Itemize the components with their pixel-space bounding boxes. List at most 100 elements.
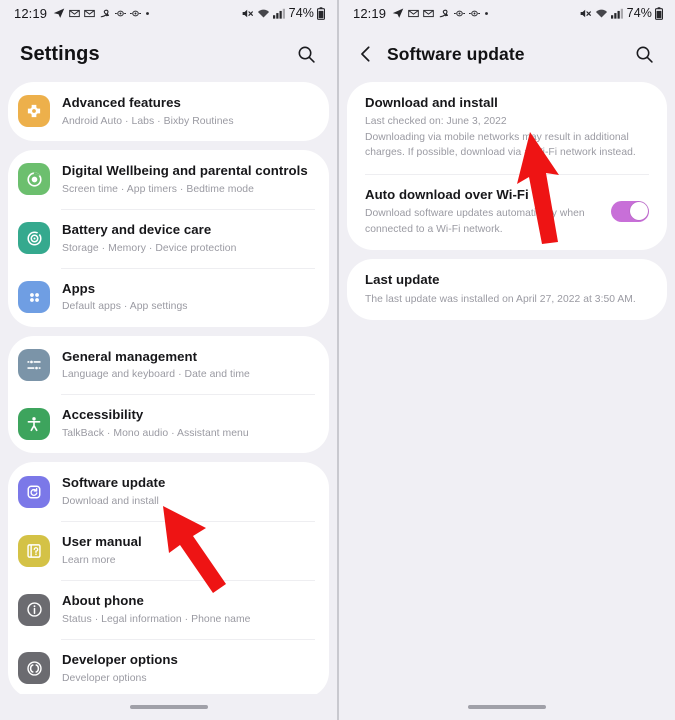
eye-icon [130,10,142,17]
software-update-screen: 12:19 74% Software update Download and i… [337,0,675,720]
telegram-icon [53,7,65,19]
settings-row-advanced-features[interactable]: Advanced features Android Auto · Labs · B… [8,82,329,141]
mail-icon [69,8,80,19]
eye-icon [115,10,127,17]
settings-row-text: Advanced features Android Auto · Labs · B… [62,94,234,129]
status-clock: 12:19 [14,5,48,21]
settings-row-subtitle: Storage · Memory · Device protection [62,242,237,254]
battery-percent: 74% [626,6,652,20]
navigation-bar [0,694,337,720]
status-left-icons [392,7,489,19]
status-clock: 12:19 [353,5,387,21]
dual-screenshot: 12:19 74% Settings Advanced features And… [0,0,675,720]
settings-group-card: Software update Download and install User … [8,462,329,698]
update-row-auto-download-over-wi-fi[interactable]: Auto download over Wi-Fi Download softwar… [347,173,667,250]
page-title: Settings [20,42,100,65]
status-right-icons: 74% [579,6,663,20]
update-row-subtitle: Last checked on: June 3, 2022 Downloadin… [365,116,636,159]
software-update-card: Last update The last update was installed… [347,259,667,321]
settings-row-text: Accessibility TalkBack · Mono audio · Ass… [62,406,249,441]
home-indicator[interactable] [468,705,546,709]
update-row-title: Last update [365,272,440,288]
settings-row-title: Battery and device care [62,221,212,237]
settings-row-title: About phone [62,593,144,609]
wifi-icon [595,8,608,19]
mute-icon [579,7,592,20]
settings-row-about-phone[interactable]: About phone Status · Legal information · … [8,580,329,639]
settings-row-text: Apps Default apps · App settings [62,280,188,315]
settings-row-subtitle: Download and install [62,496,159,508]
eye-icon [469,10,481,17]
dot-icon [145,11,150,16]
home-indicator[interactable] [129,705,208,709]
settings-row-apps[interactable]: Apps Default apps · App settings [8,267,329,327]
auto-download-toggle[interactable] [611,200,649,222]
settings-screen: 12:19 74% Settings Advanced features And… [0,0,337,720]
software-update-list: Download and install Last checked on: Jun… [339,82,675,321]
update-row-title: Download and install [365,95,498,110]
settings-row-text: Developer options Developer options [62,651,178,686]
settings-row-title: Software update [62,475,166,491]
software-update-icon [18,475,50,508]
dot-icon [484,11,489,16]
settings-row-subtitle: Screen time · App timers · Bedtime mode [62,183,254,195]
software-update-header: Software update [339,26,675,82]
sliders-icon [18,349,50,381]
search-icon[interactable] [289,37,323,71]
settings-row-subtitle: Developer options [62,672,147,684]
settings-row-subtitle: Default apps · App settings [62,301,188,313]
eye-icon [454,10,466,17]
settings-row-text: Battery and device care Storage · Memory … [62,221,236,256]
update-row-subtitle: The last update was installed on April 2… [365,293,636,305]
status-bar: 12:19 74% [339,0,675,26]
battery-icon [317,6,325,20]
settings-row-accessibility[interactable]: Accessibility TalkBack · Mono audio · Ass… [8,394,329,453]
mail-icon [423,8,434,19]
settings-row-digital-wellbeing-and-parental-controls[interactable]: Digital Wellbeing and parental controls S… [8,150,329,209]
status-bar: 12:19 74% [0,0,337,26]
settings-row-title: Apps [62,280,96,296]
settings-row-software-update[interactable]: Software update Download and install [8,462,329,521]
advanced-features-icon [18,95,50,128]
update-row-last-update[interactable]: Last update The last update was installed… [347,259,667,320]
settings-row-text: User manual Learn more [62,533,142,568]
settings-row-title: General management [62,348,198,364]
settings-row-text: About phone Status · Legal information · … [62,592,251,627]
settings-row-subtitle: Language and keyboard · Date and time [62,369,250,381]
settings-group-card: General management Language and keyboard … [8,335,329,454]
settings-header: Settings [0,26,337,82]
developer-options-icon [18,652,50,685]
update-row-download-and-install[interactable]: Download and install Last checked on: Jun… [347,82,667,174]
mail-icon [84,8,95,19]
signal-icon [610,8,623,19]
mail-icon [408,8,419,19]
wifi-icon [257,8,270,19]
settings-row-subtitle: Android Auto · Labs · Bixby Routines [62,115,234,127]
navigation-bar [339,694,675,720]
settings-list: Advanced features Android Auto · Labs · B… [0,82,337,698]
update-row-text: Auto download over Wi-Fi Download softwar… [365,186,601,237]
toggle-knob [629,202,648,221]
update-row-title: Auto download over Wi-Fi [365,186,529,202]
battery-percent: 74% [288,6,314,20]
page-title: Software update [387,43,525,64]
loop-icon [438,7,450,19]
software-update-card: Download and install Last checked on: Jun… [347,82,667,251]
settings-row-developer-options[interactable]: Developer options Developer options [8,639,329,698]
settings-row-battery-and-device-care[interactable]: Battery and device care Storage · Memory … [8,208,329,268]
update-row-text: Download and install Last checked on: Jun… [365,94,649,161]
status-left-icons [53,7,150,19]
settings-row-general-management[interactable]: General management Language and keyboard … [8,336,329,395]
settings-group-card: Digital Wellbeing and parental controls S… [8,149,329,327]
chevron-left-icon[interactable] [351,39,381,69]
search-icon[interactable] [627,37,661,71]
settings-row-text: Software update Download and install [62,474,165,509]
settings-row-text: Digital Wellbeing and parental controls S… [62,162,308,197]
settings-row-subtitle: Status · Legal information · Phone name [62,613,251,625]
settings-row-subtitle: Learn more [62,555,116,567]
settings-row-user-manual[interactable]: User manual Learn more [8,521,329,580]
settings-row-title: Advanced features [62,95,181,110]
settings-row-title: Accessibility [62,407,144,423]
user-manual-icon [18,534,50,567]
settings-row-title: Developer options [62,652,178,668]
